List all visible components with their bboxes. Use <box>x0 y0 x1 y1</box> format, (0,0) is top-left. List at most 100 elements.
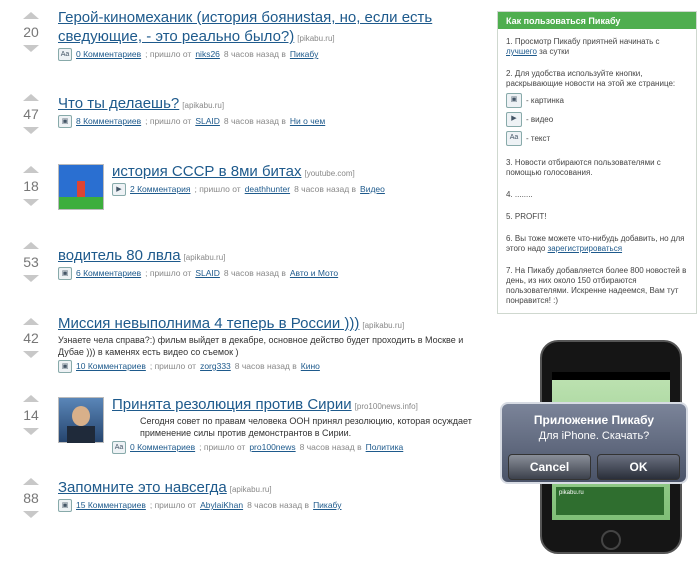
posted-by-label: ; пришло от <box>149 500 197 510</box>
vote-widget: 53 <box>14 242 48 282</box>
downvote-arrow-icon[interactable] <box>23 199 39 206</box>
posted-time: 8 часов назад в <box>223 268 286 278</box>
sidebar-step-2: 2. Для удобства используйте кнопки, раск… <box>506 69 688 146</box>
picture-icon: ▣ <box>506 93 522 108</box>
story-content: водитель 80 лвла [apikabu.ru] ▣ 6 Коммент… <box>58 246 488 280</box>
comments-link[interactable]: 6 Комментариев <box>76 267 141 280</box>
text-icon[interactable]: Aa <box>58 48 72 61</box>
comments-link[interactable]: 15 Комментариев <box>76 499 146 512</box>
author-link[interactable]: AbylaiKhan <box>200 499 243 512</box>
category-link[interactable]: Пикабу <box>313 499 341 512</box>
phone-status-bar <box>552 372 670 380</box>
author-link[interactable]: zorg333 <box>200 360 231 373</box>
comments-link[interactable]: 0 Комментариев <box>130 441 195 454</box>
picture-icon[interactable]: ▣ <box>58 499 72 512</box>
cancel-button[interactable]: Cancel <box>508 454 591 480</box>
upvote-arrow-icon[interactable] <box>23 242 39 249</box>
text-icon[interactable]: Aa <box>112 441 126 454</box>
downvote-arrow-icon[interactable] <box>23 428 39 435</box>
story-thumbnail[interactable] <box>58 164 104 210</box>
story-meta: Aa 0 Комментариев ; пришло от niks26 8 ч… <box>58 48 488 61</box>
category-link[interactable]: Видео <box>360 183 385 196</box>
upvote-arrow-icon[interactable] <box>23 318 39 325</box>
category-link[interactable]: Пикабу <box>290 48 318 61</box>
comments-link[interactable]: 2 Комментария <box>130 183 190 196</box>
story-content: история СССР в 8ми битах [youtube.com] ▶ … <box>112 162 488 196</box>
dialog-title: Приложение Пикабу <box>533 413 655 427</box>
upvote-arrow-icon[interactable] <box>23 94 39 101</box>
register-link[interactable]: зарегистрироваться <box>548 244 622 253</box>
story-title-link[interactable]: история СССР в 8ми битах <box>112 163 301 180</box>
upvote-arrow-icon[interactable] <box>23 478 39 485</box>
author-link[interactable]: SLAID <box>195 267 220 280</box>
story-source: [apikabu.ru] <box>362 321 405 330</box>
best-of-day-link[interactable]: лучшего <box>506 47 537 56</box>
downvote-arrow-icon[interactable] <box>23 127 39 134</box>
ok-button[interactable]: OK <box>597 454 680 480</box>
story-source: [pikabu.ru] <box>297 34 335 43</box>
comments-link[interactable]: 0 Комментариев <box>76 48 141 61</box>
text-icon: Aa <box>506 131 522 146</box>
picture-icon[interactable]: ▣ <box>58 267 72 280</box>
story-score: 20 <box>23 24 39 40</box>
story-meta: ▣ 8 Комментариев ; пришло от SLAID 8 час… <box>58 115 488 128</box>
story-score: 18 <box>23 178 39 194</box>
sidebar-step-4: 4. ........ <box>506 190 533 199</box>
author-link[interactable]: deathhunter <box>245 183 290 196</box>
comments-link[interactable]: 8 Комментариев <box>76 115 141 128</box>
category-link[interactable]: Ни о чем <box>290 115 325 128</box>
category-link[interactable]: Авто и Мото <box>290 267 338 280</box>
story-source: [pro100news.info] <box>354 402 418 411</box>
downvote-arrow-icon[interactable] <box>23 45 39 52</box>
posted-time: 8 часов назад в <box>223 49 286 59</box>
story-thumbnail[interactable] <box>58 397 104 443</box>
downvote-arrow-icon[interactable] <box>23 511 39 518</box>
story-feed: 20 Герой-киномеханик (история бояниstaя,… <box>0 0 490 561</box>
story-title-link[interactable]: Принята резолюция против Сирии <box>112 396 352 413</box>
story-meta: ▶ 2 Комментария ; пришло от deathhunter … <box>112 183 488 196</box>
story-meta: ▣ 15 Комментариев ; пришло от AbylaiKhan… <box>58 499 488 512</box>
posted-time: 8 часов назад в <box>223 116 286 126</box>
picture-icon[interactable]: ▣ <box>58 360 72 373</box>
sidebar-step-5: 5. PROFIT! <box>506 212 547 221</box>
story-meta: Aa 0 Комментариев ; пришло от pro100news… <box>112 441 488 454</box>
downvote-arrow-icon[interactable] <box>23 275 39 282</box>
story-title-link[interactable]: Герой-киномеханик (история бояниstaя, но… <box>58 9 432 45</box>
story-title-link[interactable]: Запомните это навсегда <box>58 479 227 496</box>
posted-time: 8 часов назад в <box>247 500 310 510</box>
sidebar-step-7: 7. На Пикабу добавляется более 800 новос… <box>506 266 687 305</box>
story-title-link[interactable]: Что ты делаешь? <box>58 95 179 112</box>
phone-site-banner: pikabu.ru <box>556 487 664 515</box>
story-title-link[interactable]: Миссия невыполнима 4 теперь в России ))) <box>58 315 359 332</box>
upvote-arrow-icon[interactable] <box>23 12 39 19</box>
story-content: Миссия невыполнима 4 теперь в России )))… <box>58 314 488 373</box>
category-link[interactable]: Кино <box>301 360 320 373</box>
phone-home-button-icon <box>601 530 621 550</box>
picture-icon[interactable]: ▣ <box>58 115 72 128</box>
upvote-arrow-icon[interactable] <box>23 166 39 173</box>
story-meta: ▣ 6 Комментариев ; пришло от SLAID 8 час… <box>58 267 488 280</box>
category-link[interactable]: Политика <box>366 441 404 454</box>
upvote-arrow-icon[interactable] <box>23 395 39 402</box>
sidebar-heading: Как пользоваться Пикабу <box>498 12 696 29</box>
story-score: 14 <box>23 407 39 423</box>
author-link[interactable]: pro100news <box>249 441 295 454</box>
posted-by-label: ; пришло от <box>199 442 246 452</box>
story-title-link[interactable]: водитель 80 лвла <box>58 247 181 264</box>
legend-row: ▣ - картинка <box>506 93 688 108</box>
author-link[interactable]: niks26 <box>195 48 220 61</box>
dialog-buttons: Cancel OK <box>508 454 680 480</box>
downvote-arrow-icon[interactable] <box>23 351 39 358</box>
story-description: Узнаете чела справа?:) фильм выйдет в де… <box>58 335 464 357</box>
sidebar-step-1: 1. Просмотр Пикабу приятней начинать с л… <box>506 37 660 56</box>
posted-time: 8 часов назад в <box>294 184 357 194</box>
author-link[interactable]: SLAID <box>195 115 220 128</box>
comments-link[interactable]: 10 Комментариев <box>76 360 146 373</box>
vote-widget: 42 <box>14 318 48 358</box>
video-icon[interactable]: ▶ <box>112 183 126 196</box>
sidebar-body: 1. Просмотр Пикабу приятней начинать с л… <box>498 29 696 326</box>
vote-widget: 18 <box>14 166 48 206</box>
story-content: Что ты делаешь? [apikabu.ru] ▣ 8 Коммента… <box>58 94 488 128</box>
story-score: 53 <box>23 254 39 270</box>
story-meta: ▣ 10 Комментариев ; пришло от zorg333 8 … <box>58 360 488 373</box>
